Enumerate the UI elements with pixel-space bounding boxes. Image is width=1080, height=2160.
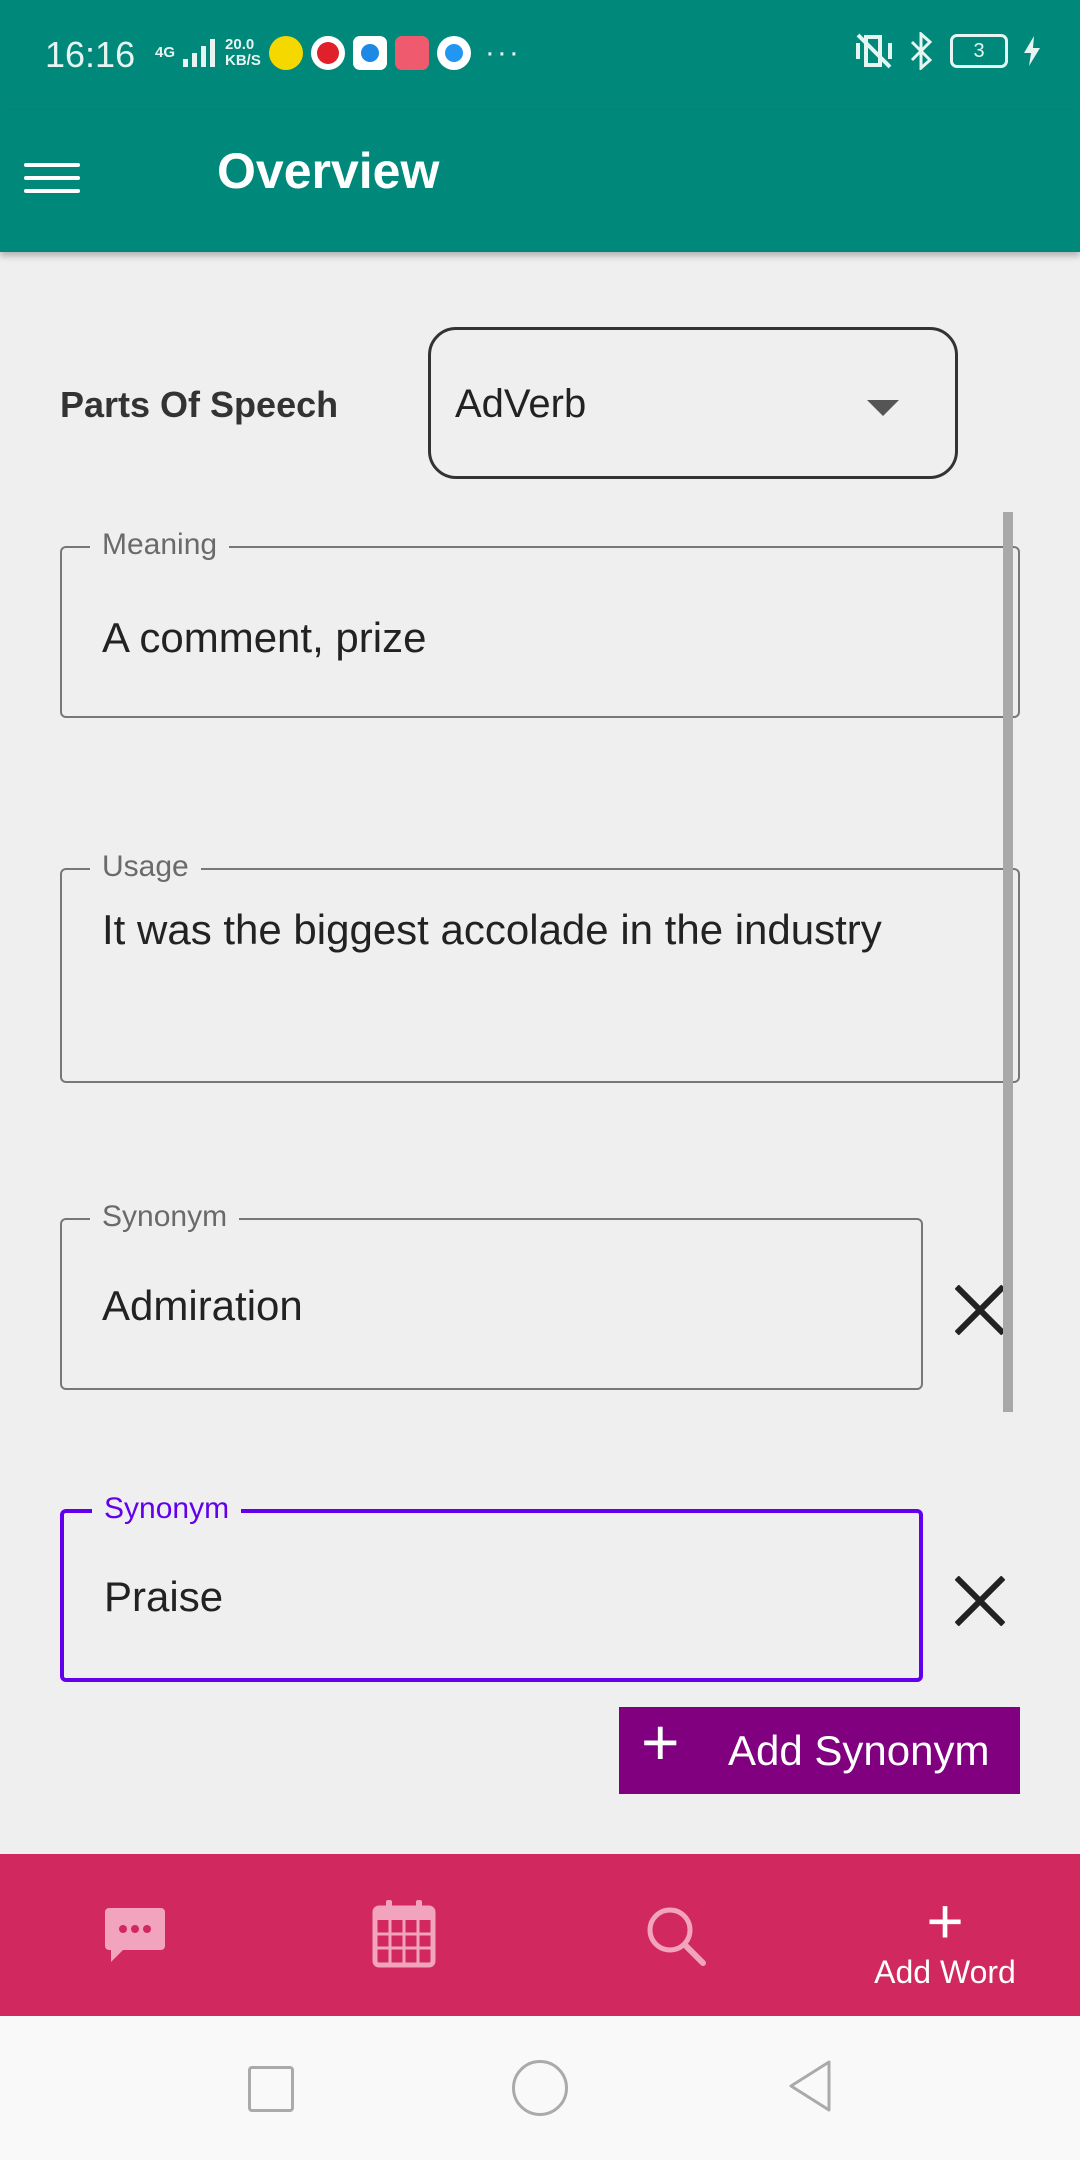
usage-label: Usage: [90, 850, 201, 884]
parts-of-speech-label: Parts Of Speech: [60, 384, 339, 425]
nav-chat[interactable]: [0, 1854, 270, 2016]
synonym-field[interactable]: Synonym Admiration: [60, 1200, 923, 1390]
battery-icon: 3: [950, 34, 1008, 68]
nav-add-word[interactable]: + Add Word: [810, 1854, 1080, 2016]
synonym-label: Synonym: [92, 1492, 242, 1526]
synonym-label: Synonym: [90, 1200, 240, 1234]
add-synonym-button[interactable]: + Add Synonym: [619, 1707, 1020, 1794]
speed-value: 20.0: [225, 36, 255, 53]
network-type: 4G: [155, 44, 176, 61]
dropdown-arrow-icon: [867, 400, 899, 416]
charging-icon: [1024, 36, 1040, 66]
meaning-field[interactable]: Meaning A comment, prize: [60, 528, 1020, 718]
network-speed: 20.0 KB/S: [225, 37, 261, 69]
phone-app-icon: [436, 36, 471, 70]
news-app-icon: [310, 36, 345, 70]
meaning-value: A comment, prize: [102, 614, 427, 661]
remove-synonym-icon[interactable]: [953, 1574, 1007, 1628]
signal-icon: [183, 39, 216, 67]
parts-of-speech-value: AdVerb: [455, 382, 587, 426]
synonym-field[interactable]: Synonym Praise: [60, 1492, 923, 1682]
chat-bubble-icon: [105, 1908, 165, 1962]
parts-of-speech-dropdown[interactable]: AdVerb: [428, 327, 958, 479]
synonym-value: Praise: [104, 1573, 224, 1620]
usage-value: It was the biggest accolade in the indus…: [102, 906, 882, 953]
back-icon[interactable]: [785, 2058, 835, 2114]
system-nav-bar: [0, 2016, 1080, 2160]
recents-icon[interactable]: [248, 2066, 294, 2112]
scrollbar[interactable]: [1003, 512, 1013, 1412]
status-icons-left: 4G 20.0 KB/S ···: [155, 30, 521, 76]
plus-icon: +: [926, 1885, 964, 1957]
hamburger-menu-icon[interactable]: [24, 154, 80, 208]
app-bar: Overview: [0, 110, 1080, 252]
speed-unit: KB/S: [225, 52, 261, 69]
nav-search[interactable]: [540, 1854, 810, 2016]
remove-synonym-icon[interactable]: [953, 1283, 1007, 1337]
status-bar: 16:16 4G 20.0 KB/S ··· 3: [0, 0, 1080, 110]
bottom-navigation: + Add Word: [0, 1854, 1080, 2016]
browser-app-icon: [352, 36, 387, 70]
mail-app-icon: [394, 36, 429, 70]
status-time: 16:16: [45, 34, 136, 75]
plus-icon: +: [641, 1705, 680, 1779]
add-synonym-label: Add Synonym: [728, 1727, 990, 1774]
more-notifications: ···: [484, 36, 521, 69]
home-icon[interactable]: [512, 2060, 568, 2116]
calendar-icon: [372, 1900, 436, 1968]
nav-calendar[interactable]: [270, 1854, 540, 2016]
usage-field[interactable]: Usage It was the biggest accolade in the…: [60, 850, 1020, 1083]
vibrate-off-icon: [856, 33, 892, 69]
search-icon: [647, 1907, 706, 1966]
meaning-label: Meaning: [90, 528, 230, 562]
add-word-label: Add Word: [874, 1954, 1016, 1990]
status-icons-right: 3: [854, 32, 1040, 70]
bluetooth-icon: [910, 32, 933, 70]
synonym-value: Admiration: [102, 1282, 303, 1329]
emoji-app-icon: [268, 36, 303, 70]
page-title: Overview: [217, 143, 440, 199]
